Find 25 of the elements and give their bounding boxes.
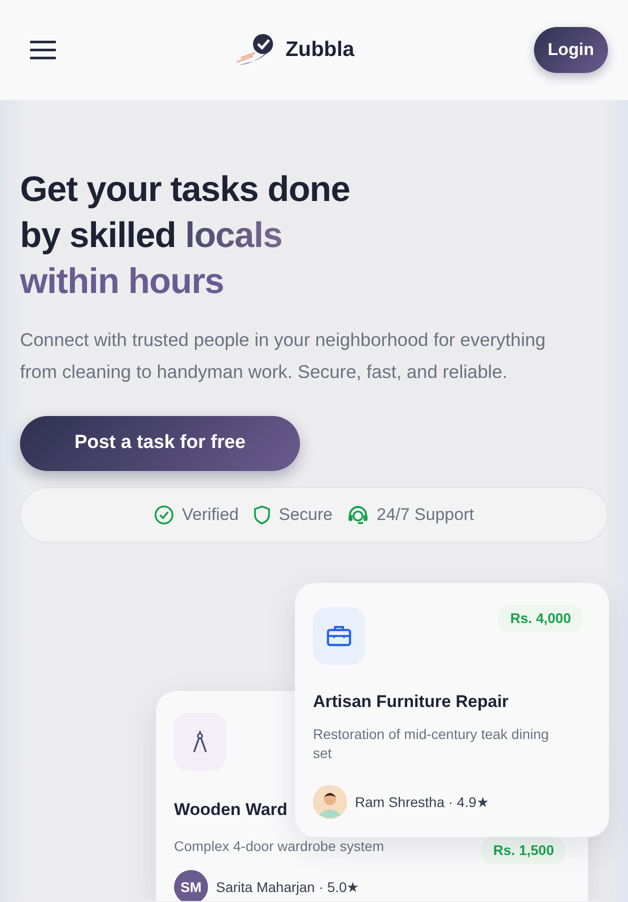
person-rating: Sarita Maharjan · 5.0★ bbox=[216, 878, 360, 897]
menu-icon[interactable] bbox=[30, 38, 56, 62]
hero-description: Connect with trusted people in your neighborhood for everything from cleaning to handyman work. Secure, fast, and reliable. bbox=[20, 328, 547, 384]
task-description: Restoration of mid-century teak dining set bbox=[313, 725, 550, 763]
headset-icon bbox=[346, 505, 369, 525]
check-circle-icon bbox=[154, 505, 174, 525]
task-price: Rs. 1,500 bbox=[481, 837, 566, 864]
trust-label: 24/7 Support bbox=[376, 504, 474, 526]
floating-task-card[interactable]: Artisan Furniture Repair Restoration of mid-century teak dining set Ram Shrestha · 4.9★ Rs. 4,000 bbox=[295, 583, 609, 837]
hero-headline: Get your tasks done by skilled locals within hours bbox=[20, 168, 350, 303]
person-rating: Ram Shrestha · 4.9★ bbox=[355, 792, 490, 812]
post-task-button[interactable]: Post a task for free bbox=[20, 416, 300, 471]
task-title: Wooden Ward bbox=[174, 799, 288, 821]
compass-icon bbox=[174, 713, 226, 771]
shield-icon bbox=[252, 505, 271, 525]
task-description: Complex 4-door wardrobe system bbox=[174, 837, 384, 856]
trust-label: Verified bbox=[182, 504, 239, 526]
brand-name[interactable]: Zubbla bbox=[285, 34, 354, 66]
task-title: Artisan Furniture Repair bbox=[313, 691, 509, 713]
task-price: Rs. 4,000 bbox=[498, 605, 583, 632]
toolbox-icon bbox=[313, 607, 365, 665]
avatar bbox=[313, 785, 347, 819]
login-button[interactable]: Login bbox=[534, 27, 608, 73]
avatar: SM bbox=[174, 870, 208, 901]
trust-label: Secure bbox=[278, 504, 333, 526]
